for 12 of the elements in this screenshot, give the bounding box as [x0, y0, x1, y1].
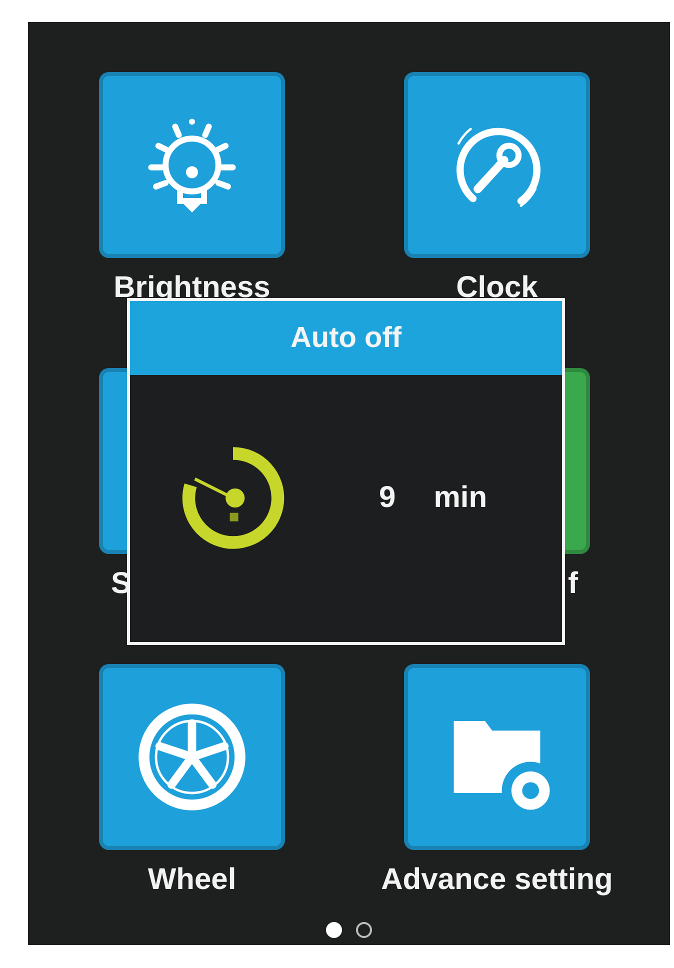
tile-label: f	[567, 566, 579, 602]
menu-tile[interactable]	[404, 664, 590, 850]
time-unit: min	[434, 481, 488, 515]
menu-tile[interactable]	[404, 72, 590, 258]
dialog-title: Auto off	[130, 301, 562, 375]
menu-tile[interactable]	[99, 72, 285, 258]
page-dot[interactable]	[356, 922, 372, 938]
menu-tile[interactable]	[99, 664, 285, 850]
tile-label: Wheel	[148, 862, 236, 898]
timer-icon	[180, 445, 286, 551]
tile-label: Advance setting	[381, 862, 613, 898]
time-value: 9	[379, 481, 396, 515]
